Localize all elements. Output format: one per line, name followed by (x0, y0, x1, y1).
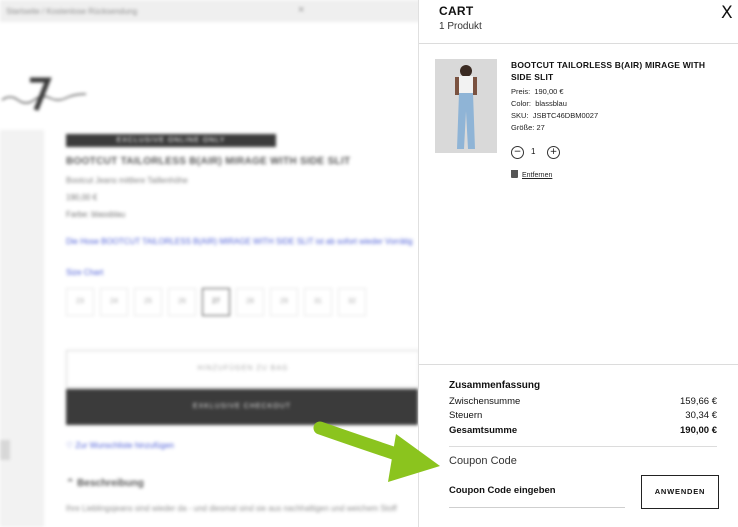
subtotal-label: Zwischensumme (449, 396, 521, 407)
sku-value: JSBTC46DBM0027 (532, 111, 599, 120)
decrease-quantity-button[interactable]: − (511, 146, 524, 159)
coupon-title: Coupon Code (449, 455, 517, 467)
cart-item-count: 1 Produkt (439, 21, 482, 32)
remove-label: Entfernen (522, 172, 553, 179)
cart-drawer: CART 1 Produkt X BOOTCUT TAILORLESS B(AI… (418, 0, 738, 527)
price-label: Preis: (511, 87, 531, 96)
remove-item-link[interactable]: Entfernen (511, 170, 552, 179)
sku-label: SKU: (511, 111, 529, 120)
cart-item-price: Preis: 190,00 € (511, 87, 564, 96)
cart-item-color: Color: blassblau (511, 99, 567, 108)
tax-value: 30,34 € (685, 410, 717, 421)
product-image[interactable] (435, 59, 497, 153)
color-value: blassblau (535, 99, 567, 108)
color-label: Color: (511, 99, 532, 108)
tax-label: Steuern (449, 410, 483, 421)
cart-item-size: Größe: 27 (511, 123, 545, 132)
price-value: 190,00 € (534, 87, 564, 96)
total-value: 190,00 € (680, 425, 717, 436)
subtotal-value: 159,66 € (680, 396, 717, 407)
size-value: 27 (536, 123, 545, 132)
divider (419, 364, 738, 365)
coupon-code-input[interactable]: Coupon Code eingeben (449, 485, 556, 496)
cart-title: CART (439, 4, 474, 18)
increase-quantity-button[interactable]: + (547, 146, 560, 159)
model-figure-icon (435, 59, 497, 153)
size-label: Größe: (511, 123, 535, 132)
coupon-input-underline (449, 507, 625, 508)
divider (419, 43, 738, 44)
annotation-arrow-icon (313, 421, 440, 482)
close-icon[interactable]: X (721, 4, 733, 22)
cart-item-name[interactable]: BOOTCUT TAILORLESS B(AIR) MIRAGE WITH SI… (511, 59, 721, 83)
divider (449, 446, 717, 447)
summary-heading: Zusammenfassung (449, 380, 541, 391)
quantity-value: 1 (531, 147, 536, 156)
trash-icon (511, 170, 518, 178)
apply-coupon-button[interactable]: ANWENDEN (641, 475, 719, 509)
total-label: Gesamtsumme (449, 425, 518, 436)
cart-item-sku: SKU: JSBTC46DBM0027 (511, 111, 598, 120)
